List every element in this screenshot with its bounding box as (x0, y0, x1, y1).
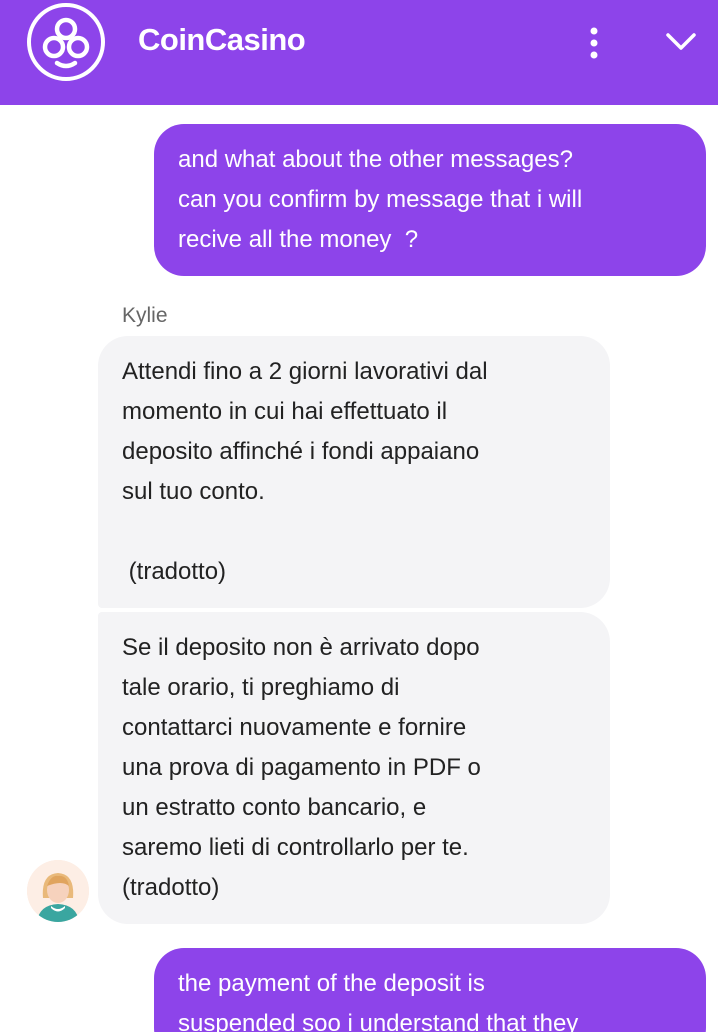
brand-name: CoinCasino (138, 22, 306, 57)
chevron-down-icon[interactable] (664, 30, 698, 54)
agent-name: Kylie (122, 304, 168, 327)
agent-message-bubble: Attendi fino a 2 giorni lavorativi dal m… (98, 336, 610, 608)
agent-message-bubble: Se il deposito non è arrivato dopo tale … (98, 612, 610, 924)
agent-avatar (27, 860, 89, 922)
user-message-bubble: the payment of the deposit is suspended … (154, 948, 706, 1032)
coincasino-logo-icon (27, 3, 105, 81)
chat-header: CoinCasino (0, 0, 718, 105)
user-message-bubble: and what about the other messages? can y… (154, 124, 706, 276)
more-vertical-icon[interactable] (582, 26, 606, 60)
agent-avatar-icon (27, 860, 89, 922)
